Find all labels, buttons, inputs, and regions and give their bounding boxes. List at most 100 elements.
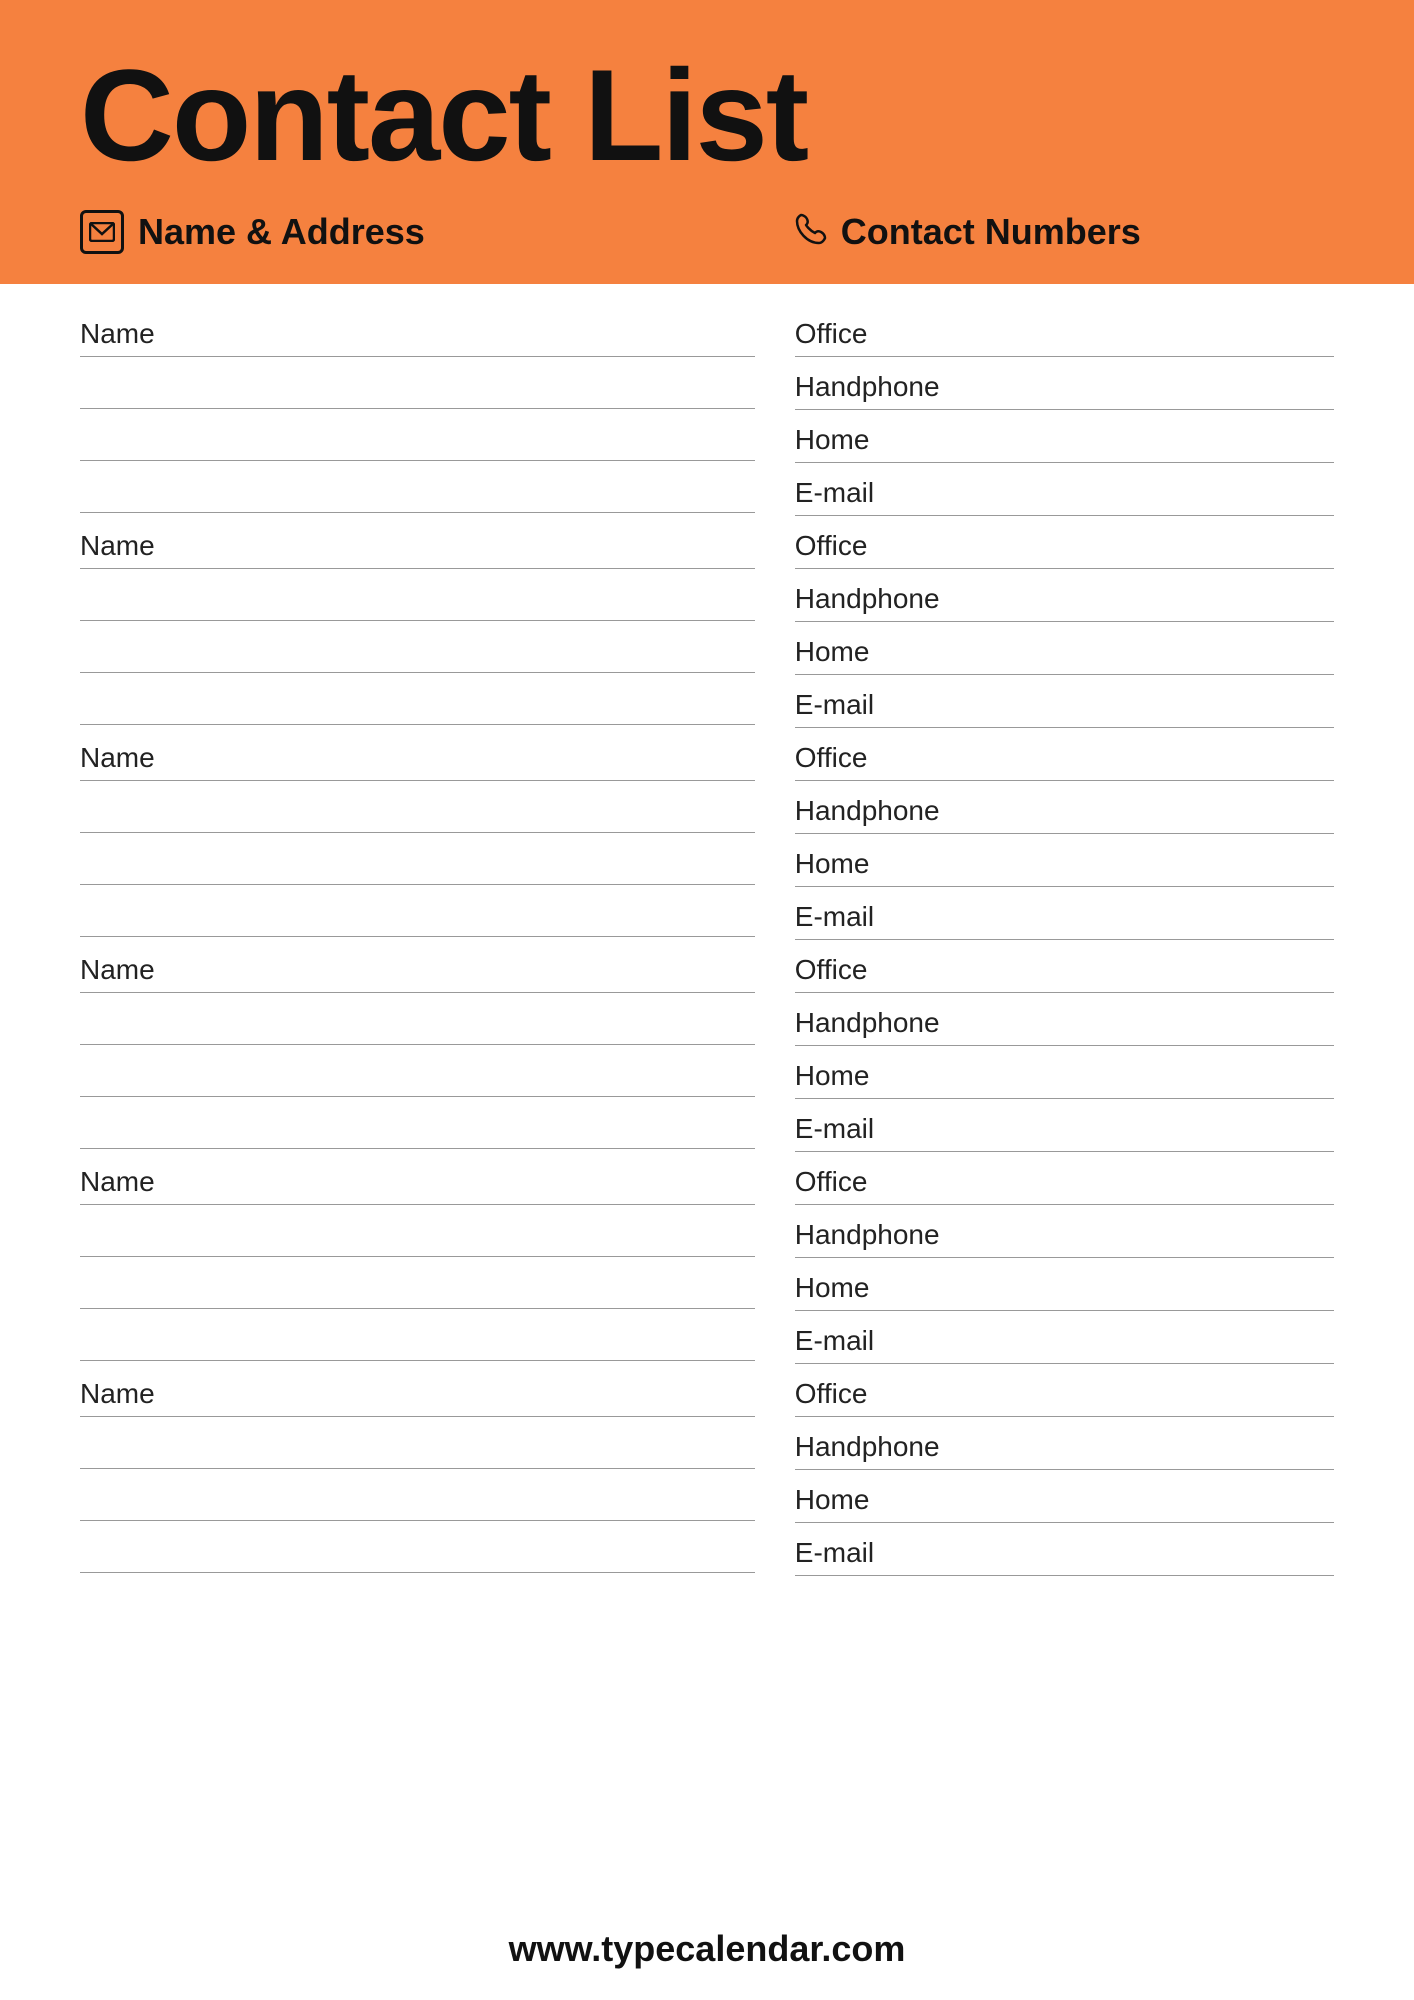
home-field-1: Home xyxy=(795,410,1334,463)
office-field-5: Office xyxy=(795,1152,1334,1205)
header-columns: Name & Address Contact Numbers xyxy=(80,210,1334,254)
email-field-4: E-mail xyxy=(795,1099,1334,1152)
addr-field-2a xyxy=(80,569,755,621)
office-label-3: Office xyxy=(795,728,1334,780)
handphone-field-2: Handphone xyxy=(795,569,1334,622)
footer-url: www.typecalendar.com xyxy=(509,1928,906,1969)
name-label-3: Name xyxy=(80,728,755,780)
addr-field-1a xyxy=(80,357,755,409)
phone-icon xyxy=(795,213,827,252)
email-label-1: E-mail xyxy=(795,463,1334,515)
left-block-2: Name xyxy=(80,516,795,728)
name-field-4: Name xyxy=(80,940,755,993)
home-field-3: Home xyxy=(795,834,1334,887)
office-label-6: Office xyxy=(795,1364,1334,1416)
addr-field-5a xyxy=(80,1205,755,1257)
handphone-field-5: Handphone xyxy=(795,1205,1334,1258)
email-field-1: E-mail xyxy=(795,463,1334,516)
name-label-4: Name xyxy=(80,940,755,992)
addr-field-1b xyxy=(80,409,755,461)
office-label-2: Office xyxy=(795,516,1334,568)
contact-entry-2: Name Office xyxy=(80,516,1334,728)
addr-field-3b xyxy=(80,833,755,885)
office-field-4: Office xyxy=(795,940,1334,993)
right-block-1: Office Handphone Home E-mail xyxy=(795,304,1334,516)
addr-field-2c xyxy=(80,673,755,725)
handphone-label-3: Handphone xyxy=(795,781,1334,833)
email-label-5: E-mail xyxy=(795,1311,1334,1363)
addr-field-5c xyxy=(80,1309,755,1361)
left-block-5: Name xyxy=(80,1152,795,1364)
email-label-3: E-mail xyxy=(795,887,1334,939)
right-block-6: Office Handphone Home E-mail xyxy=(795,1364,1334,1576)
office-field-6: Office xyxy=(795,1364,1334,1417)
home-label-6: Home xyxy=(795,1470,1334,1522)
right-block-5: Office Handphone Home E-mail xyxy=(795,1152,1334,1364)
name-field-5: Name xyxy=(80,1152,755,1205)
office-field-3: Office xyxy=(795,728,1334,781)
left-block-3: Name xyxy=(80,728,795,940)
handphone-label-2: Handphone xyxy=(795,569,1334,621)
name-field-6: Name xyxy=(80,1364,755,1417)
email-field-3: E-mail xyxy=(795,887,1334,940)
right-block-4: Office Handphone Home E-mail xyxy=(795,940,1334,1152)
home-label-4: Home xyxy=(795,1046,1334,1098)
handphone-field-1: Handphone xyxy=(795,357,1334,410)
contact-entry-3: Name Office xyxy=(80,728,1334,940)
left-block-1: Name xyxy=(80,304,795,516)
contact-entry-1: Name Office xyxy=(80,304,1334,516)
contact-entry-5: Name Office xyxy=(80,1152,1334,1364)
content-area: Name Office xyxy=(0,284,1414,1908)
handphone-label-6: Handphone xyxy=(795,1417,1334,1469)
addr-field-5b xyxy=(80,1257,755,1309)
addr-field-6c xyxy=(80,1521,755,1573)
email-field-6: E-mail xyxy=(795,1523,1334,1576)
home-label-2: Home xyxy=(795,622,1334,674)
header: Contact List Name & Address Contact Numb… xyxy=(0,0,1414,284)
handphone-label-1: Handphone xyxy=(795,357,1334,409)
addr-field-4b xyxy=(80,1045,755,1097)
office-field-1: Office xyxy=(795,304,1334,357)
mail-icon xyxy=(80,210,124,254)
contact-entry-4: Name Office xyxy=(80,940,1334,1152)
left-block-6: Name xyxy=(80,1364,795,1576)
entries-container: Name Office xyxy=(80,304,1334,1878)
addr-field-3a xyxy=(80,781,755,833)
addr-field-1c xyxy=(80,461,755,513)
contact-numbers-label: Contact Numbers xyxy=(841,211,1141,253)
office-label-1: Office xyxy=(795,304,1334,356)
home-field-5: Home xyxy=(795,1258,1334,1311)
name-address-label: Name & Address xyxy=(138,211,425,253)
name-label-5: Name xyxy=(80,1152,755,1204)
addr-field-3c xyxy=(80,885,755,937)
home-label-1: Home xyxy=(795,410,1334,462)
office-label-5: Office xyxy=(795,1152,1334,1204)
email-field-2: E-mail xyxy=(795,675,1334,728)
right-block-2: Office Handphone Home E-mail xyxy=(795,516,1334,728)
home-label-5: Home xyxy=(795,1258,1334,1310)
home-field-6: Home xyxy=(795,1470,1334,1523)
addr-field-6b xyxy=(80,1469,755,1521)
addr-field-4a xyxy=(80,993,755,1045)
name-field-3: Name xyxy=(80,728,755,781)
name-label-2: Name xyxy=(80,516,755,568)
home-field-4: Home xyxy=(795,1046,1334,1099)
right-block-3: Office Handphone Home E-mail xyxy=(795,728,1334,940)
handphone-field-6: Handphone xyxy=(795,1417,1334,1470)
addr-field-6a xyxy=(80,1417,755,1469)
name-field-2: Name xyxy=(80,516,755,569)
name-label-1: Name xyxy=(80,304,755,356)
email-label-2: E-mail xyxy=(795,675,1334,727)
left-block-4: Name xyxy=(80,940,795,1152)
home-field-2: Home xyxy=(795,622,1334,675)
email-field-5: E-mail xyxy=(795,1311,1334,1364)
handphone-label-5: Handphone xyxy=(795,1205,1334,1257)
page-title: Contact List xyxy=(80,50,1334,180)
handphone-label-4: Handphone xyxy=(795,993,1334,1045)
addr-field-4c xyxy=(80,1097,755,1149)
header-left-col: Name & Address xyxy=(80,210,795,254)
home-label-3: Home xyxy=(795,834,1334,886)
contact-entry-6: Name Office xyxy=(80,1364,1334,1576)
email-label-4: E-mail xyxy=(795,1099,1334,1151)
addr-field-2b xyxy=(80,621,755,673)
